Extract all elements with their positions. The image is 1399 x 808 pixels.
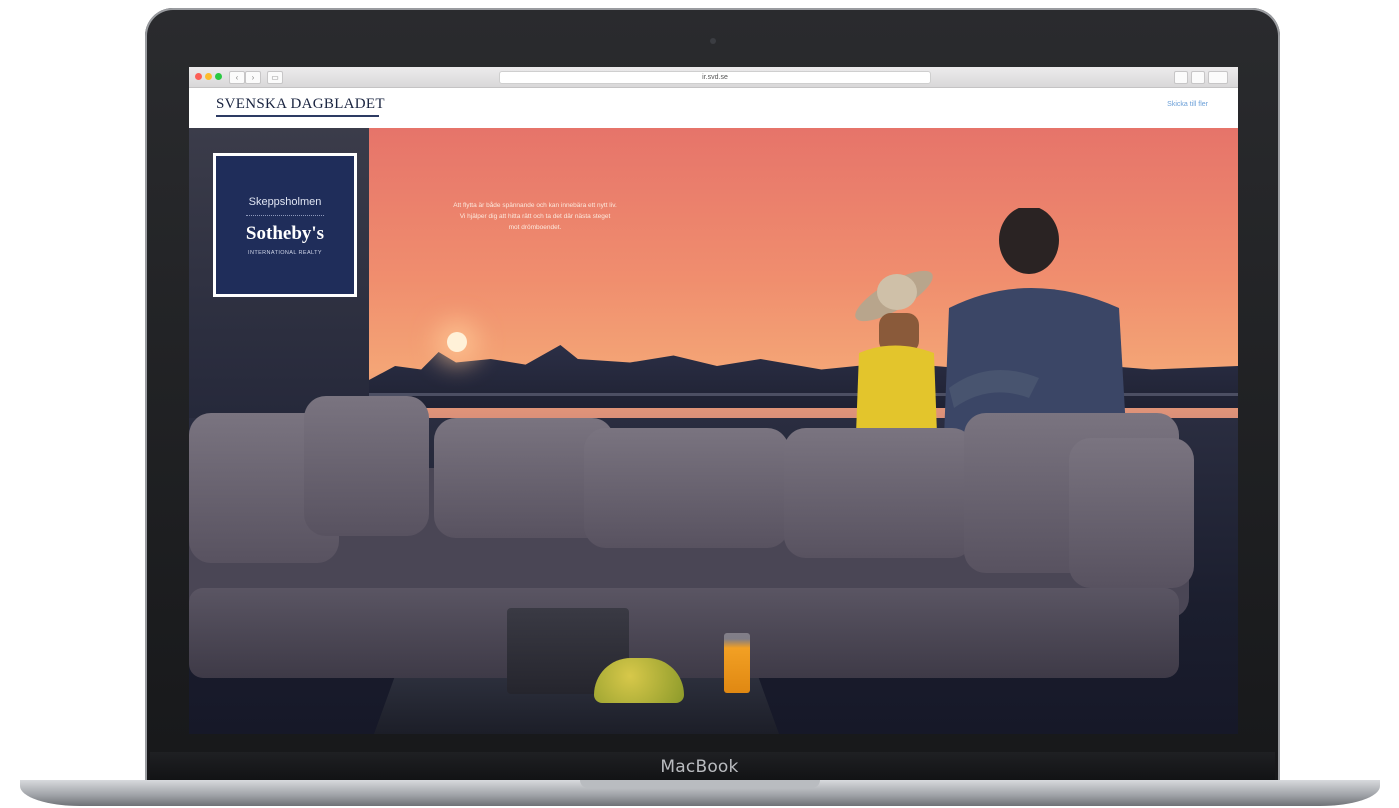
masthead-underline — [216, 115, 379, 117]
sofa-cushion — [584, 428, 789, 548]
new-tab-icon[interactable] — [1208, 71, 1228, 84]
site-header: SVENSKA DAGBLADET Skicka till fler — [189, 88, 1238, 128]
laptop-notch — [580, 780, 820, 788]
hero-copy-line: Vi hjälper dig att hitta rätt och ta det… — [459, 213, 611, 220]
sofa-cushion — [1069, 438, 1194, 588]
hero-copy-line: Att flytta är både spännande och kan inn… — [453, 202, 617, 209]
badge-divider — [246, 215, 324, 216]
close-window-button[interactable] — [195, 73, 202, 80]
sothebys-logo-badge[interactable]: Skeppsholmen Sotheby's INTERNATIONAL REA… — [213, 153, 357, 297]
header-link[interactable]: Skicka till fler — [1167, 101, 1208, 108]
laptop-brand-label: MacBook — [660, 757, 739, 777]
juice-glass — [724, 633, 750, 693]
forward-arrow-icon[interactable]: › — [245, 71, 261, 84]
browser-toolbar: ‹ › ▭ ir.svd.se — [189, 67, 1238, 88]
site-logo[interactable]: SVENSKA DAGBLADET — [216, 96, 385, 113]
minimize-window-button[interactable] — [205, 73, 212, 80]
badge-line3: INTERNATIONAL REALTY — [248, 250, 322, 256]
badge-line2: Sotheby's — [245, 223, 325, 244]
share-icon[interactable] — [1174, 71, 1188, 84]
sofa-cushion — [304, 396, 429, 536]
camera-icon — [710, 38, 716, 44]
back-arrow-icon[interactable]: ‹ — [229, 71, 245, 84]
hero-copy: Att flytta är både spännande och kan inn… — [395, 200, 675, 233]
badge-line1: Skeppsholmen — [248, 196, 322, 208]
hero-copy-line: mot drömboendet. — [508, 224, 562, 231]
sunset-sun — [447, 332, 467, 352]
sofa-cushion — [784, 428, 974, 558]
laptop-screen: ‹ › ▭ ir.svd.se SVENSKA DAGBLADET Skicka… — [189, 67, 1238, 734]
sidebar-icon[interactable]: ▭ — [267, 71, 283, 84]
address-bar[interactable]: ir.svd.se — [499, 71, 931, 84]
hero-image: Skeppsholmen Sotheby's INTERNATIONAL REA… — [189, 128, 1238, 734]
sofa-seat — [189, 588, 1179, 678]
maximize-window-button[interactable] — [215, 73, 222, 80]
tabs-icon[interactable] — [1191, 71, 1205, 84]
